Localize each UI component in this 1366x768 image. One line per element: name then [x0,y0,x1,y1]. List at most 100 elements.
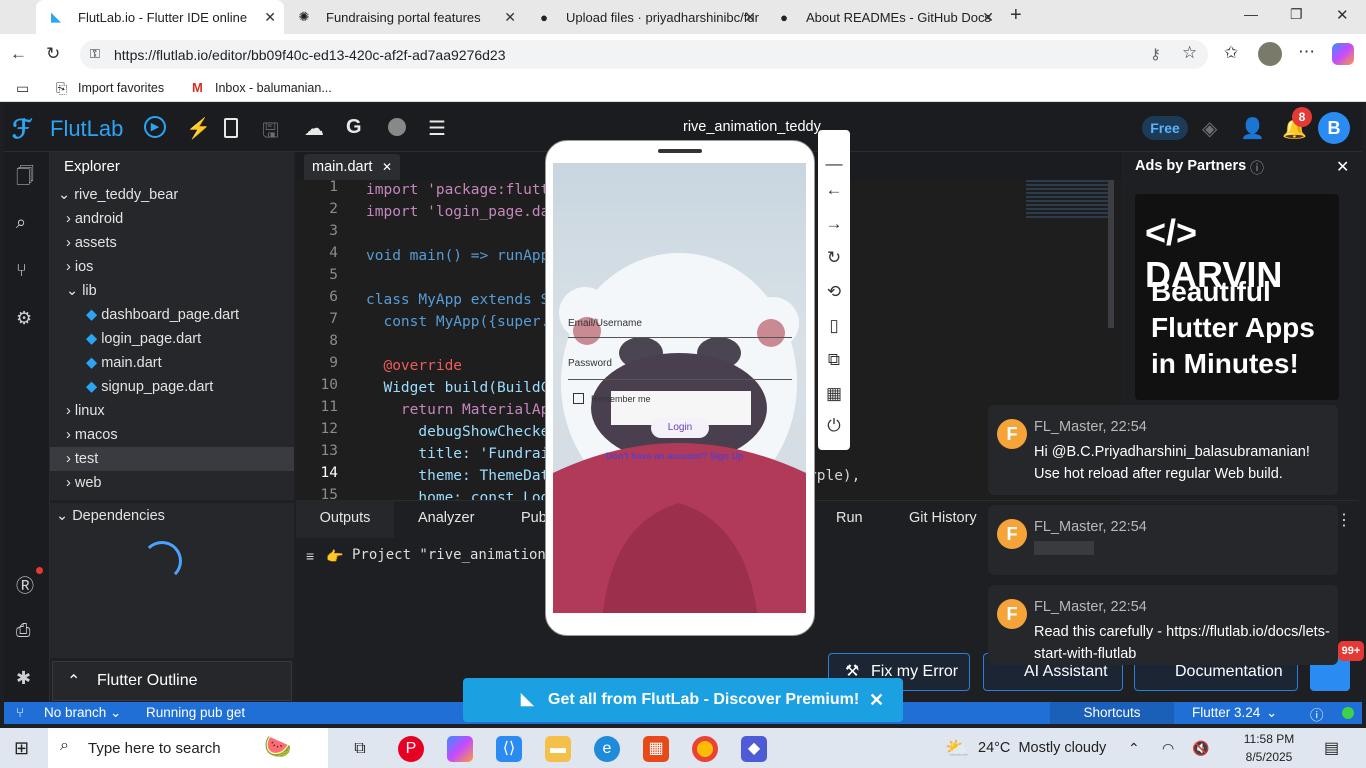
tab-readmes[interactable]: ● About READMEs - GitHub Docs ✕ [764,0,1002,34]
minimize-icon[interactable]: — [823,154,845,174]
device-icon[interactable] [224,118,238,138]
close-icon[interactable]: ✕ [264,9,276,26]
tab-fundraising[interactable]: ✺ Fundraising portal features ✕ [284,0,524,34]
rotate-icon[interactable]: ⟲ [823,282,845,302]
refresh-icon[interactable]: ↻ [46,44,60,64]
inbox-link[interactable]: Inbox - balumanian... [215,81,332,95]
edge-icon[interactable]: e [594,736,620,762]
tree-item[interactable]: ◆ signup_page.dart [50,375,294,399]
back-icon[interactable]: ← [10,44,27,64]
reload-icon[interactable]: ↻ [823,248,845,268]
search-icon[interactable]: ⌕ [16,212,26,233]
shortcuts-button[interactable]: Shortcuts [1050,702,1174,724]
plan-badge[interactable]: Free [1142,116,1188,140]
star-icon[interactable]: ☆ [1182,43,1197,63]
tab-outputs[interactable]: Outputs [296,500,394,538]
close-banner-icon[interactable]: ✕ [869,678,884,722]
close-icon[interactable]: ✕ [982,9,994,26]
bug-icon[interactable]: ✱ [16,668,31,689]
login-button[interactable]: Login [651,418,709,438]
editor-scrollbar[interactable] [1108,180,1114,328]
clock-time[interactable]: 11:58 PM [1230,732,1308,746]
profile-avatar[interactable] [1258,42,1282,66]
flutter-outline-panel[interactable]: ⌃ Flutter Outline [52,661,292,701]
arrow-left-icon[interactable]: ← [823,180,845,200]
windows-start-icon[interactable]: ⊞ [14,738,29,759]
google-icon[interactable]: G [346,116,362,139]
vscode-icon[interactable]: ⟨⟩ [496,736,522,762]
signup-link[interactable]: Don't have an account? Sign Up [606,451,744,461]
tree-item[interactable]: › web [50,471,294,495]
arrow-right-icon[interactable]: → [823,214,845,234]
device-screen[interactable]: Email/Username Password Remember me Logi… [553,163,806,613]
new-tab-button[interactable]: + [1010,4,1022,27]
dependencies-header[interactable]: ⌄ Dependencies [56,508,165,524]
password-input-line[interactable] [568,379,792,380]
tree-item[interactable]: › ios [50,255,294,279]
import-favorites-link[interactable]: Import favorites [78,81,164,95]
close-ads-icon[interactable]: ✕ [1336,157,1349,177]
open-external-icon[interactable]: ⧉ [823,350,845,370]
tab-main-dart[interactable]: main.dart ✕ [304,154,400,180]
layers-icon[interactable]: ◈ [1202,116,1217,141]
pinterest-icon[interactable]: P [398,736,424,762]
run-icon[interactable]: ▶ [144,116,166,138]
tab-analyzer[interactable]: Analyzer [418,500,474,538]
more-icon[interactable]: ⋯ [1298,42,1315,62]
copilot-icon[interactable] [1332,43,1354,65]
close-icon[interactable]: ✕ [744,9,756,26]
docs-icon[interactable]: ⎙ [16,620,30,641]
ad-banner[interactable]: </> DARVIN Beautiful Flutter Apps in Min… [1135,194,1339,400]
tree-item[interactable]: ◆ login_page.dart [50,327,294,351]
clipchamp-icon[interactable]: ◆ [741,736,767,762]
close-icon[interactable]: ✕ [382,154,392,180]
tree-item[interactable]: › android [50,207,294,231]
more-vertical-icon[interactable]: ⋮ [1336,510,1352,530]
tab-upload-files[interactable]: ● Upload files · priyadharshinibc/fur ✕ [524,0,764,34]
remember-checkbox[interactable] [573,393,584,404]
store-icon[interactable]: ▦ [643,736,669,762]
key-icon[interactable]: ⚷ [1150,45,1161,63]
branch-selector[interactable]: No branch [44,705,106,720]
tray-chevron-icon[interactable]: ⌃ [1128,740,1140,757]
qr-code-icon[interactable]: ▦ [823,384,845,404]
clock-date[interactable]: 8/5/2025 [1230,750,1308,764]
tab-flutlab[interactable]: ◣ FlutLab.io - Flutter IDE online ✕ [36,0,284,34]
window-close-icon[interactable]: ✕ [1336,6,1349,24]
phone-icon[interactable]: ▯ [823,316,845,336]
flutter-version-selector[interactable]: Flutter 3.24 [1192,705,1260,720]
help-icon[interactable]: ⓘ [1310,704,1324,724]
site-info-icon[interactable]: ⚿ [90,46,100,62]
url-field[interactable]: ⚿ https://flutlab.io/editor/bb09f40c-ed1… [80,40,1208,69]
wifi-icon[interactable]: ◠ [1162,740,1174,757]
minimize-icon[interactable]: — [1244,6,1258,22]
chat-screenshot-thumbnail[interactable] [1034,541,1094,555]
file-explorer-icon[interactable]: ▬ [545,736,571,762]
restore-icon[interactable]: ❐ [1290,6,1303,23]
tree-item[interactable]: › linux [50,399,294,423]
tab-git-history[interactable]: Git History [909,500,977,538]
info-icon[interactable]: ⓘ [1250,158,1264,178]
weather-text[interactable]: 24°C Mostly cloudy [978,740,1106,756]
task-view-icon[interactable]: ⧉ [347,736,373,762]
minimap[interactable] [1026,180,1110,220]
close-icon[interactable]: ✕ [504,9,516,26]
email-input-line[interactable] [568,337,792,338]
cloud-upload-icon[interactable]: ☁ [304,116,324,141]
save-icon[interactable]: 🖫 [262,116,279,150]
power-icon[interactable]: ⏻ [823,416,845,436]
tree-item[interactable]: › test [50,447,294,471]
settings-icon[interactable]: ⚙ [16,308,32,329]
favorites-icon[interactable]: ✩ [1224,43,1238,63]
notifications-icon[interactable]: ▤ [1324,738,1339,758]
tab-pub[interactable]: Pub [521,500,547,538]
source-control-icon[interactable]: ⑂ [16,260,27,281]
tab-run[interactable]: Run [836,500,863,538]
chrome-icon[interactable] [692,736,718,762]
tree-item[interactable]: ⌄ lib [50,279,294,303]
files-icon[interactable]: 🗍 [16,164,34,194]
copilot-icon[interactable] [447,736,473,762]
volume-icon[interactable]: 🔇 [1192,740,1209,757]
tree-item[interactable]: › macos [50,423,294,447]
tree-item[interactable]: ⌄ rive_teddy_bear [50,183,294,207]
